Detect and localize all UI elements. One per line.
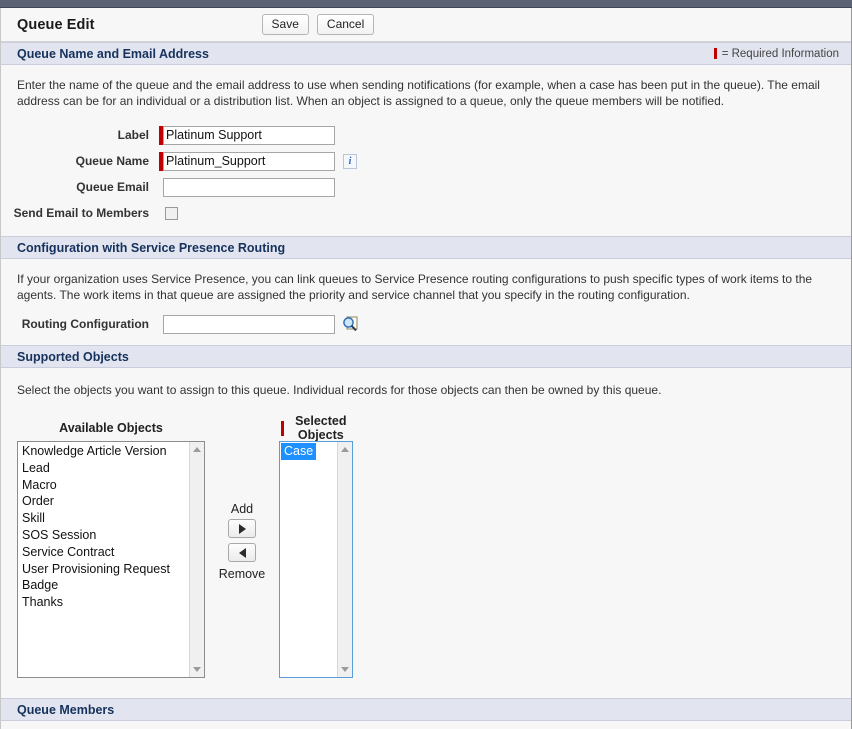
available-objects-caption: Available Objects [17, 420, 205, 436]
supported-objects-description: Select the objects you want to assign to… [1, 368, 851, 406]
list-option[interactable]: Badge [19, 577, 189, 594]
arrow-left-icon [239, 548, 246, 558]
section-title: Queue Name and Email Address [17, 47, 209, 61]
section-title: Configuration with Service Presence Rout… [17, 241, 285, 255]
list-option[interactable]: Knowledge Article Version [19, 443, 189, 460]
list-option[interactable]: Thanks [19, 594, 189, 611]
required-marker-spacer [159, 204, 163, 223]
section-header-queue-name-email: Queue Name and Email Address = Required … [1, 42, 851, 65]
save-button[interactable]: Save [262, 14, 309, 35]
section-title: Supported Objects [17, 350, 129, 364]
label-field-label: Label [1, 128, 159, 142]
queue-name-field-label: Queue Name [1, 154, 159, 168]
routing-form: Routing Configuration [1, 311, 851, 345]
available-objects-options[interactable]: Knowledge Article VersionLeadMacroOrderS… [18, 442, 189, 677]
add-button[interactable] [228, 519, 256, 538]
required-legend-text: = Required Information [722, 48, 839, 60]
list-option[interactable]: Service Contract [19, 544, 189, 561]
remove-button-label: Remove [219, 567, 266, 581]
required-marker-icon [281, 421, 284, 436]
send-email-field-label: Send Email to Members [1, 206, 159, 220]
queue-edit-page: Queue Edit Save Cancel Queue Name and Em… [0, 0, 852, 729]
section-title: Queue Members [17, 703, 114, 717]
available-objects-scrollbar[interactable] [189, 442, 204, 677]
section-header-queue-members: Queue Members [1, 698, 851, 721]
available-objects-column: Available Objects Knowledge Article Vers… [17, 420, 205, 678]
selected-objects-caption-wrap: Selected Objects [279, 420, 353, 436]
queue-name-input[interactable] [163, 152, 335, 171]
send-email-to-members-checkbox[interactable] [165, 207, 178, 220]
field-row-queue-email: Queue Email [1, 174, 851, 200]
list-option[interactable]: Macro [19, 477, 189, 494]
available-objects-listbox[interactable]: Knowledge Article VersionLeadMacroOrderS… [17, 441, 205, 678]
scroll-up-arrow-icon[interactable] [338, 442, 352, 457]
routing-description: If your organization uses Service Presen… [1, 259, 851, 311]
queue-email-input[interactable] [163, 178, 335, 197]
scroll-up-arrow-icon[interactable] [190, 442, 204, 457]
queue-name-email-form: Label Queue Name i Queue Email Send Emai… [1, 117, 851, 236]
selected-objects-listbox[interactable]: Case [279, 441, 353, 678]
selected-objects-caption: Selected Objects [289, 414, 353, 442]
list-option[interactable]: Lead [19, 460, 189, 477]
queue-email-field-label: Queue Email [1, 180, 159, 194]
field-row-routing-configuration: Routing Configuration [1, 311, 851, 337]
selected-objects-column: Selected Objects Case [279, 420, 353, 678]
page-header: Queue Edit Save Cancel [1, 8, 851, 42]
remove-button[interactable] [228, 543, 256, 562]
info-icon[interactable]: i [343, 154, 357, 169]
required-marker-icon [714, 48, 717, 59]
supported-objects-picker: Available Objects Knowledge Article Vers… [1, 406, 851, 692]
selected-objects-options[interactable]: Case [280, 442, 337, 677]
add-remove-controls: Add Remove [205, 420, 279, 584]
field-row-label: Label [1, 122, 851, 148]
routing-configuration-input[interactable] [163, 315, 335, 334]
section-header-service-presence-routing: Configuration with Service Presence Rout… [1, 236, 851, 259]
field-row-queue-name: Queue Name i [1, 148, 851, 174]
page-body: Queue Edit Save Cancel Queue Name and Em… [0, 8, 852, 729]
list-option[interactable]: User Provisioning Request [19, 561, 189, 578]
queue-name-email-description: Enter the name of the queue and the emai… [1, 65, 851, 117]
list-option[interactable]: Case [281, 443, 316, 460]
lookup-magnifier-icon[interactable] [341, 315, 359, 333]
top-chrome-bar [0, 0, 852, 8]
section-header-supported-objects: Supported Objects [1, 345, 851, 368]
list-option[interactable]: Order [19, 493, 189, 510]
field-row-send-email-to-members: Send Email to Members [1, 200, 851, 226]
routing-configuration-field-label: Routing Configuration [1, 317, 159, 331]
required-information-legend: = Required Information [714, 48, 839, 60]
list-option[interactable]: SOS Session [19, 527, 189, 544]
label-input[interactable] [163, 126, 335, 145]
page-title: Queue Edit [17, 17, 95, 33]
selected-objects-scrollbar[interactable] [337, 442, 352, 677]
scroll-down-arrow-icon[interactable] [190, 662, 204, 677]
arrow-right-icon [239, 524, 246, 534]
scroll-down-arrow-icon[interactable] [338, 662, 352, 677]
add-button-label: Add [231, 502, 253, 516]
cancel-button[interactable]: Cancel [317, 14, 374, 35]
page-action-buttons: Save Cancel [262, 14, 375, 35]
list-option[interactable]: Skill [19, 510, 189, 527]
